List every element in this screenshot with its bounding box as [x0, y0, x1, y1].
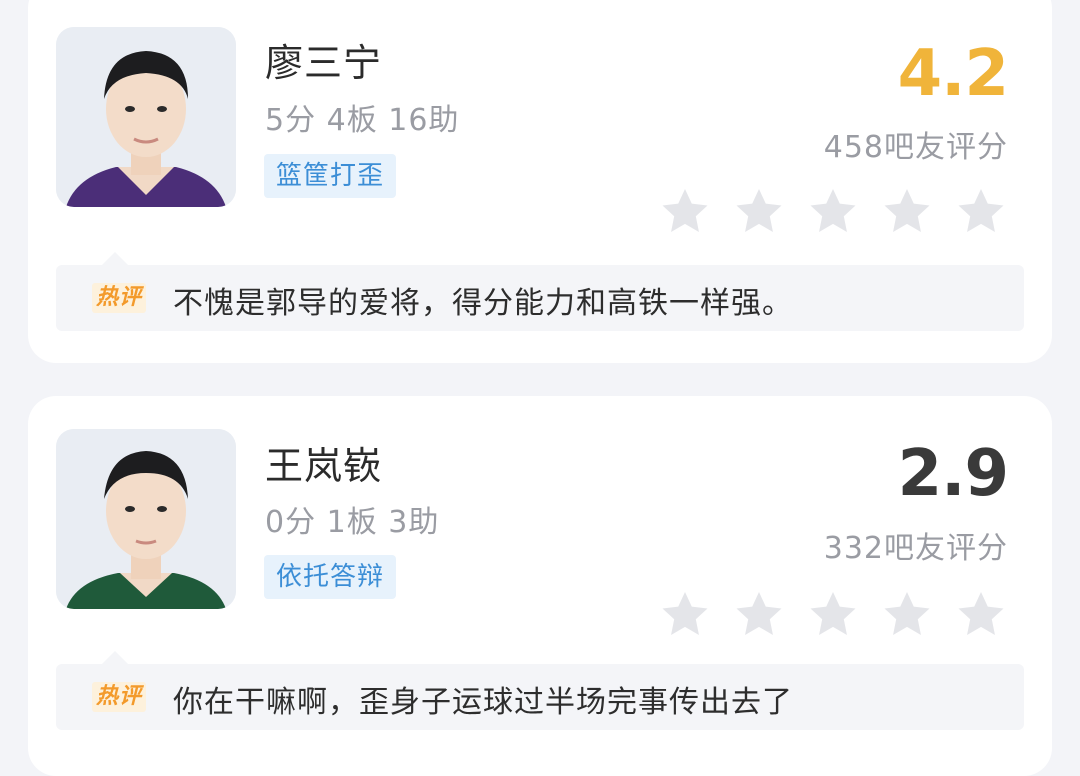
star-rating[interactable]	[658, 588, 1008, 642]
star-icon[interactable]	[658, 185, 712, 239]
star-icon[interactable]	[880, 185, 934, 239]
rating-score: 4.2	[897, 37, 1009, 111]
player-tag[interactable]: 依托答辩	[264, 555, 397, 599]
star-icon[interactable]	[732, 588, 786, 642]
rating-count: 458吧友评分	[823, 130, 1008, 165]
star-rating[interactable]	[658, 185, 1008, 239]
star-icon[interactable]	[954, 185, 1008, 239]
star-icon[interactable]	[806, 185, 860, 239]
player-name: 王岚嵚	[265, 444, 383, 488]
hot-comment-badge: 热评	[92, 682, 147, 712]
rating-score: 2.9	[897, 437, 1009, 511]
player-avatar[interactable]	[56, 429, 236, 609]
star-icon[interactable]	[880, 588, 934, 642]
player-name: 廖三宁	[265, 41, 383, 85]
player-stats: 0分 1板 3助	[265, 505, 440, 540]
player-tag[interactable]: 篮筐打歪	[264, 154, 397, 198]
star-icon[interactable]	[954, 588, 1008, 642]
hot-comment-badge: 热评	[92, 283, 147, 313]
star-icon[interactable]	[806, 588, 860, 642]
star-icon[interactable]	[658, 588, 712, 642]
hot-comment-text: 不愧是郭导的爱将，得分能力和高铁一样强。	[173, 286, 793, 321]
player-avatar[interactable]	[56, 27, 236, 207]
hot-comment[interactable]: 热评 不愧是郭导的爱将，得分能力和高铁一样强。	[56, 252, 1024, 331]
star-icon[interactable]	[732, 185, 786, 239]
hot-comment-text: 你在干嘛啊，歪身子运球过半场完事传出去了	[173, 685, 793, 720]
rating-count: 332吧友评分	[823, 531, 1008, 566]
player-card[interactable]: 王岚嵚 0分 1板 3助 依托答辩 2.9 332吧友评分 热评 你在干嘛啊，歪…	[28, 396, 1052, 776]
hot-comment[interactable]: 热评 你在干嘛啊，歪身子运球过半场完事传出去了	[56, 651, 1024, 730]
player-card[interactable]: 廖三宁 5分 4板 16助 篮筐打歪 4.2 458吧友评分 热评 不愧是郭导的…	[28, 0, 1052, 363]
player-stats: 5分 4板 16助	[265, 103, 460, 138]
